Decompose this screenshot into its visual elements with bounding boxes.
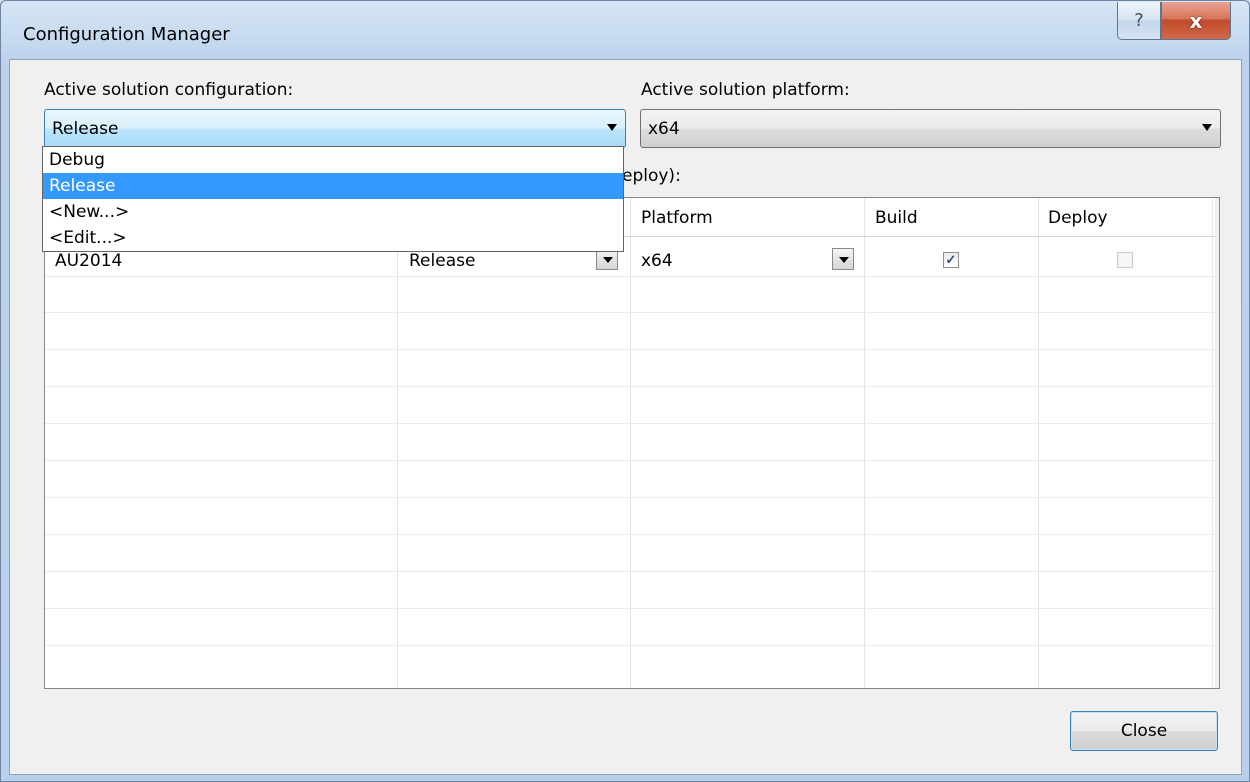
row-platform-dropdown-button[interactable] — [832, 248, 854, 270]
active-platform-combo[interactable]: x64 — [640, 109, 1221, 148]
help-icon: ? — [1134, 10, 1144, 31]
window-title: Configuration Manager — [23, 24, 230, 45]
chevron-down-icon — [1202, 124, 1212, 131]
row-platform-value[interactable]: x64 — [641, 251, 673, 271]
column-header-build[interactable]: Build — [875, 208, 918, 228]
project-contexts-grid: Platform Build Deploy AU2014 Release x64… — [44, 197, 1220, 689]
title-bar[interactable]: Configuration Manager ? x — [1, 1, 1249, 59]
close-button[interactable]: Close — [1070, 711, 1218, 751]
active-platform-label: Active solution platform: — [641, 80, 850, 100]
grid-scrollbar[interactable] — [1215, 198, 1219, 688]
close-icon: x — [1189, 8, 1203, 33]
configuration-manager-window: Configuration Manager ? x Active solutio… — [0, 0, 1250, 782]
project-name-cell: AU2014 — [55, 251, 123, 271]
window-close-button[interactable]: x — [1161, 2, 1231, 40]
help-button[interactable]: ? — [1117, 2, 1161, 40]
column-header-deploy[interactable]: Deploy — [1048, 208, 1108, 228]
project-contexts-label: eploy): — [622, 166, 681, 186]
active-platform-value: x64 — [648, 118, 680, 139]
active-config-label: Active solution configuration: — [44, 80, 294, 100]
active-config-value: Release — [52, 118, 119, 139]
dropdown-option-new[interactable]: <New...> — [43, 199, 623, 225]
dropdown-option-debug[interactable]: Debug — [43, 147, 623, 173]
row-configuration-value[interactable]: Release — [409, 251, 475, 271]
dropdown-option-edit[interactable]: <Edit...> — [43, 225, 623, 251]
column-header-platform[interactable]: Platform — [641, 208, 713, 228]
deploy-checkbox — [1117, 252, 1133, 268]
active-config-combo[interactable]: Release — [44, 109, 626, 148]
chevron-down-icon — [607, 124, 617, 131]
dropdown-option-release[interactable]: Release — [43, 173, 623, 199]
config-dropdown-list: Debug Release <New...> <Edit...> — [42, 146, 624, 252]
build-checkbox[interactable]: ✓ — [943, 252, 959, 268]
